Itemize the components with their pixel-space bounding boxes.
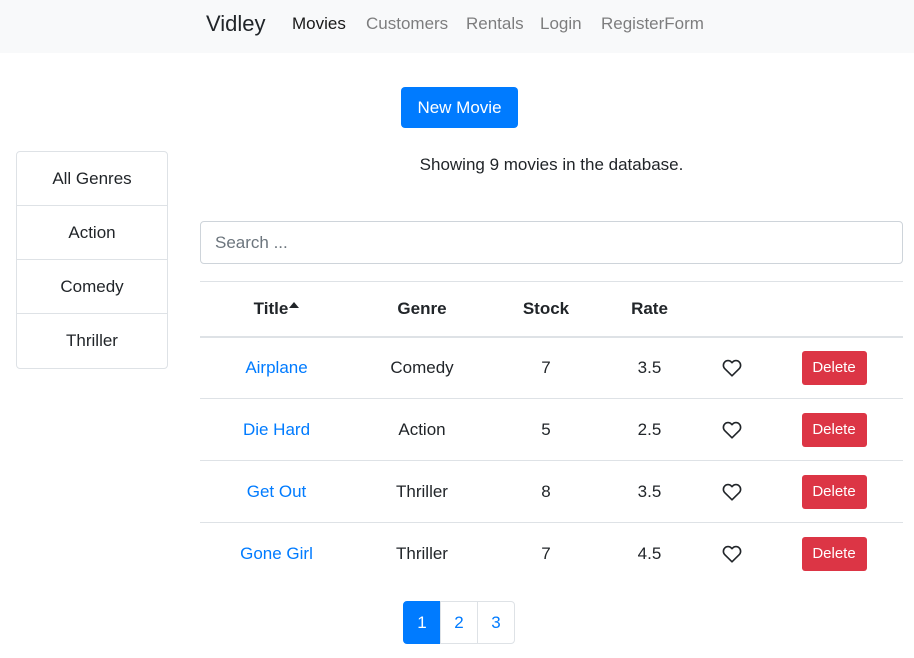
movie-title-link[interactable]: Airplane xyxy=(245,358,307,377)
new-movie-button[interactable]: New Movie xyxy=(401,87,518,128)
column-header-rate[interactable]: Rate xyxy=(601,281,698,338)
cell-like xyxy=(698,460,765,523)
delete-button[interactable]: Delete xyxy=(801,412,867,447)
heart-icon[interactable] xyxy=(722,421,742,439)
column-header-title-label: Title xyxy=(253,298,289,318)
nav-link-rentals[interactable]: Rentals xyxy=(466,13,524,35)
cell-stock: 8 xyxy=(491,460,601,523)
table-row: Airplane Comedy 7 3.5 Delete xyxy=(200,336,903,399)
cell-stock: 7 xyxy=(491,336,601,399)
genre-item-action[interactable]: Action xyxy=(17,206,167,260)
movie-title-link[interactable]: Get Out xyxy=(247,482,307,501)
navbar: Vidley Movies Customers Rentals Login Re… xyxy=(0,0,914,53)
cell-genre: Action xyxy=(353,398,491,461)
cell-action: Delete xyxy=(765,522,903,585)
nav-link-register[interactable]: RegisterForm xyxy=(601,13,704,35)
cell-action: Delete xyxy=(765,398,903,461)
delete-button[interactable]: Delete xyxy=(801,474,867,509)
page-3-button[interactable]: 3 xyxy=(477,601,515,644)
cell-action: Delete xyxy=(765,460,903,523)
movies-table: Title Genre Stock Rate Airplane Comedy 7… xyxy=(200,281,903,585)
cell-title: Get Out xyxy=(200,460,353,523)
movie-title-link[interactable]: Gone Girl xyxy=(240,544,313,563)
cell-title: Gone Girl xyxy=(200,522,353,585)
nav-link-movies[interactable]: Movies xyxy=(292,13,346,35)
search-input[interactable] xyxy=(200,221,903,264)
column-header-action xyxy=(765,281,903,338)
column-header-like xyxy=(698,281,765,338)
cell-rate: 3.5 xyxy=(601,336,698,399)
movie-count-text: Showing 9 movies in the database. xyxy=(419,155,684,174)
table-row: Die Hard Action 5 2.5 Delete xyxy=(200,398,903,461)
cell-title: Die Hard xyxy=(200,398,353,461)
page-2-button[interactable]: 2 xyxy=(440,601,478,644)
genre-item-all[interactable]: All Genres xyxy=(17,152,167,206)
cell-genre: Comedy xyxy=(353,336,491,399)
cell-genre: Thriller xyxy=(353,522,491,585)
cell-rate: 3.5 xyxy=(601,460,698,523)
cell-genre: Thriller xyxy=(353,460,491,523)
table-row: Get Out Thriller 8 3.5 Delete xyxy=(200,460,903,523)
column-header-stock[interactable]: Stock xyxy=(491,281,601,338)
delete-button[interactable]: Delete xyxy=(801,350,867,385)
table-header-row: Title Genre Stock Rate xyxy=(200,281,903,338)
page-1-button[interactable]: 1 xyxy=(403,601,441,644)
cell-stock: 5 xyxy=(491,398,601,461)
brand-logo[interactable]: Vidley xyxy=(206,11,266,37)
cell-stock: 7 xyxy=(491,522,601,585)
cell-action: Delete xyxy=(765,336,903,399)
cell-like xyxy=(698,398,765,461)
genre-list: All Genres Action Comedy Thriller xyxy=(16,151,168,369)
cell-rate: 4.5 xyxy=(601,522,698,585)
nav-link-login[interactable]: Login xyxy=(540,13,582,35)
heart-icon[interactable] xyxy=(722,359,742,377)
heart-icon[interactable] xyxy=(722,483,742,501)
column-header-title[interactable]: Title xyxy=(200,281,353,338)
heart-icon[interactable] xyxy=(722,545,742,563)
cell-like xyxy=(698,336,765,399)
pagination: 1 2 3 xyxy=(403,601,515,644)
column-header-genre[interactable]: Genre xyxy=(353,281,491,338)
cell-title: Airplane xyxy=(200,336,353,399)
table-row: Gone Girl Thriller 7 4.5 Delete xyxy=(200,522,903,585)
cell-rate: 2.5 xyxy=(601,398,698,461)
genre-item-thriller[interactable]: Thriller xyxy=(17,314,167,368)
genre-item-comedy[interactable]: Comedy xyxy=(17,260,167,314)
movie-title-link[interactable]: Die Hard xyxy=(243,420,310,439)
nav-link-customers[interactable]: Customers xyxy=(366,13,448,35)
cell-like xyxy=(698,522,765,585)
sort-asc-icon xyxy=(289,301,300,308)
delete-button[interactable]: Delete xyxy=(801,536,867,571)
